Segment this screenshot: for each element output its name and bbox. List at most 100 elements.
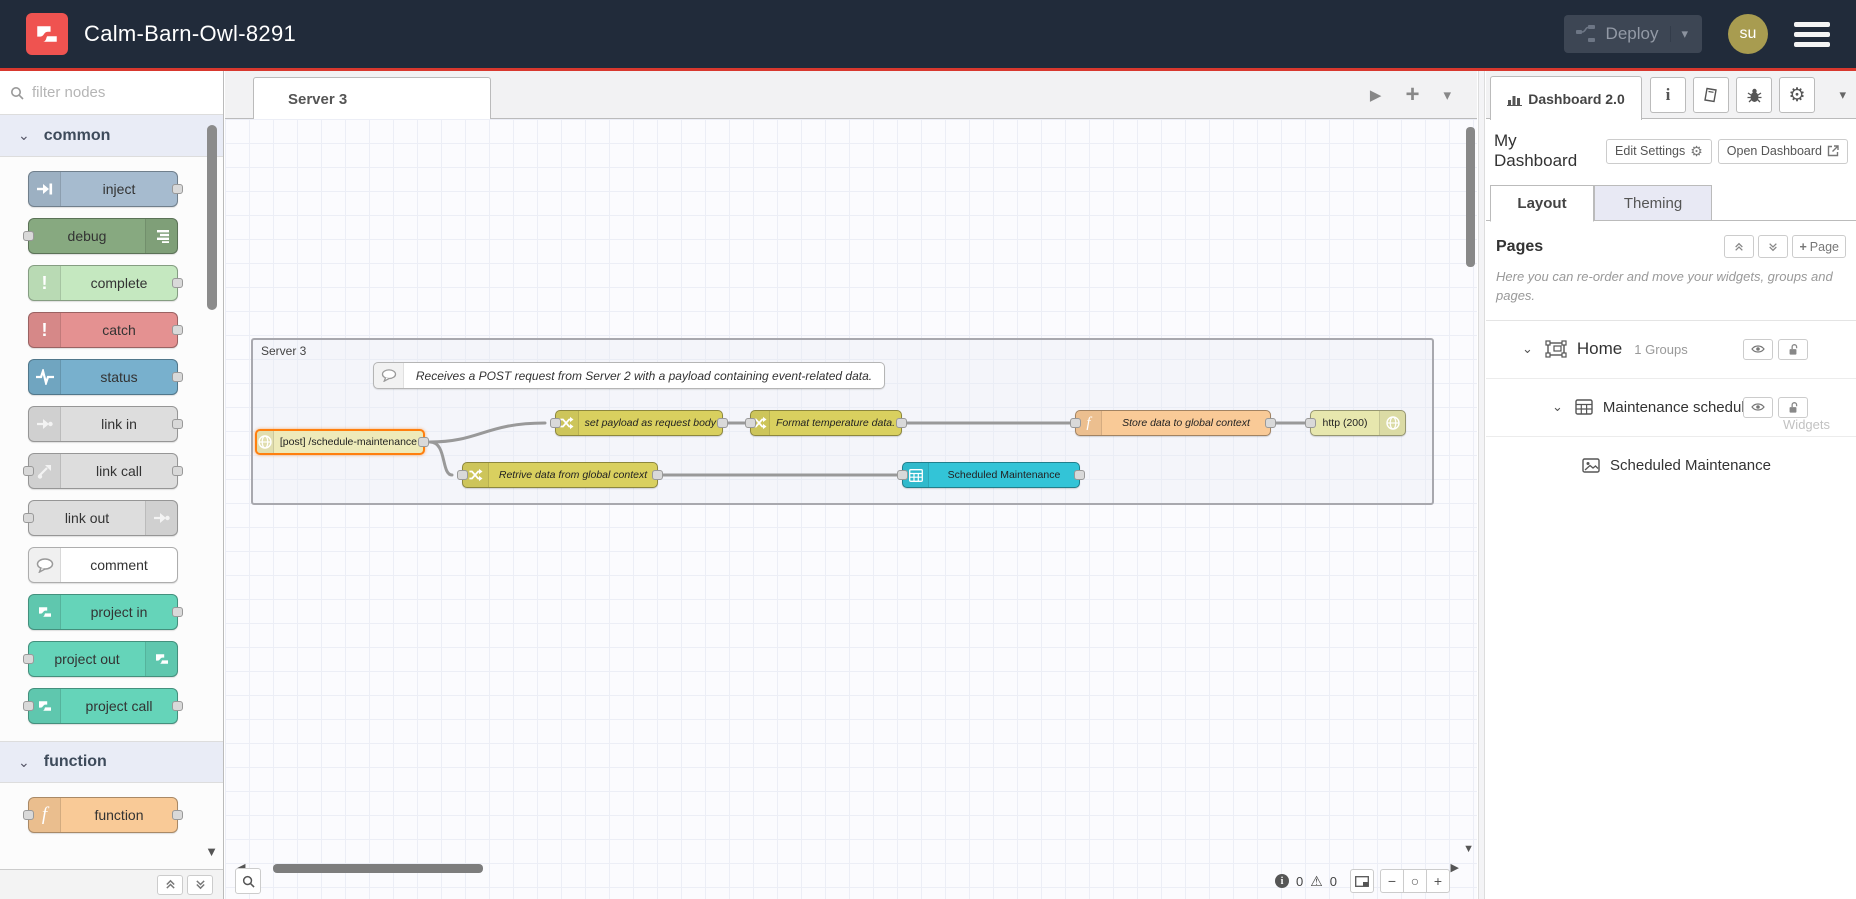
output-port[interactable] (1265, 418, 1276, 428)
lock-toggle-button[interactable] (1778, 338, 1808, 360)
canvas-search-button[interactable] (235, 868, 261, 894)
palette-node-label: inject (102, 181, 136, 197)
input-port[interactable] (745, 418, 756, 428)
add-page-button[interactable]: + Page (1792, 235, 1846, 258)
main-menu-button[interactable] (1794, 21, 1830, 47)
palette-search[interactable] (0, 71, 223, 115)
expand-all-button[interactable] (1758, 235, 1789, 258)
collapse-all-button[interactable] (1724, 235, 1755, 258)
palette-node-label: comment (90, 557, 148, 573)
canvas-horizontal-scrollbar-thumb[interactable] (273, 864, 483, 873)
deploy-button[interactable]: Deploy ▾ (1563, 15, 1702, 53)
palette-scrollbar-thumb[interactable] (207, 125, 217, 310)
palette-node-project-out[interactable]: project out (23, 641, 178, 677)
workspace: Server 3 ▶ + ▾ Server 3 Receives a POST … (225, 71, 1477, 899)
output-port[interactable] (717, 418, 728, 428)
node-http-in[interactable]: [post] /schedule-maintenance (255, 429, 429, 455)
palette-node-label: debug (67, 228, 107, 244)
debug-tab-button[interactable] (1736, 77, 1772, 113)
palette-node-link-call[interactable]: link call (23, 453, 183, 489)
expand-all-categories-button[interactable] (187, 874, 213, 895)
palette-node-link-in[interactable]: link in (28, 406, 183, 442)
palette-node-status[interactable]: status (28, 359, 183, 395)
palette-node-label: link in (101, 416, 137, 432)
output-port (172, 607, 183, 617)
chevron-down-icon: ⌄ (18, 127, 30, 143)
palette-node-project-in[interactable]: project in (28, 594, 183, 630)
palette-node-function[interactable]: f function (23, 797, 183, 833)
output-port[interactable] (1074, 470, 1085, 480)
collapse-all-categories-button[interactable] (157, 874, 183, 895)
deploy-options-caret[interactable]: ▾ (1670, 26, 1698, 42)
input-port[interactable] (550, 418, 561, 428)
palette-node-complete[interactable]: ! complete (28, 265, 183, 301)
comment-node[interactable]: Receives a POST request from Server 2 wi… (373, 362, 885, 389)
canvas-scroll-down-icon[interactable]: ▼ (1463, 843, 1474, 855)
node-ui-table-scheduled-maintenance[interactable]: Scheduled Maintenance (897, 462, 1085, 488)
sidebar-splitter[interactable] (1478, 71, 1485, 899)
add-flow-button[interactable]: + (1405, 81, 1419, 109)
canvas-scroll-right-icon[interactable]: ▶ (1451, 861, 1459, 874)
sidebar-tabs-caret-icon[interactable]: ▾ (1839, 87, 1846, 103)
output-port[interactable] (418, 437, 429, 447)
output-port[interactable] (896, 418, 907, 428)
inject-icon (29, 172, 61, 206)
tree-row-home[interactable]: ⌄ Home 1 Groups (1486, 321, 1856, 379)
deploy-icon (1575, 25, 1595, 42)
gear-icon: ⚙ (1788, 84, 1806, 106)
tab-bar-buttons: ▶ + ▾ (1370, 71, 1451, 119)
palette-scroll-down-icon[interactable]: ▼ (205, 844, 218, 859)
zoom-out-button[interactable]: − (1380, 869, 1404, 893)
tree-item-label: Maintenance schedul... (1602, 398, 1758, 416)
tab-label: Layout (1517, 195, 1567, 212)
node-change-format-temperature[interactable]: Format temperature data. (745, 410, 907, 436)
node-http-response[interactable]: http (200) (1305, 410, 1406, 436)
node-change-retrieve-data[interactable]: Retrive data from global context (457, 462, 663, 488)
sidebar-tab-dashboard[interactable]: Dashboard 2.0 (1490, 76, 1642, 120)
tree-row-scheduled-maintenance-widget[interactable]: Scheduled Maintenance (1486, 437, 1856, 495)
zoom-reset-button[interactable]: ○ (1403, 869, 1427, 893)
palette-node-inject[interactable]: inject (28, 171, 183, 207)
input-port[interactable] (897, 470, 908, 480)
palette-category-common[interactable]: ⌄ common (0, 115, 223, 157)
info-tab-button[interactable]: i (1650, 77, 1686, 113)
palette-filter-input[interactable] (32, 84, 182, 101)
palette-category-function[interactable]: ⌄ function (0, 741, 223, 783)
tree-row-maintenance-group[interactable]: ⌄ Maintenance schedul... Widgets (1486, 379, 1856, 437)
flow-canvas[interactable]: Server 3 Receives a POST request from Se… (225, 119, 1477, 899)
tab-theming[interactable]: Theming (1594, 185, 1712, 221)
input-port[interactable] (457, 470, 468, 480)
help-tab-button[interactable] (1693, 77, 1729, 113)
palette-node-debug[interactable]: debug (23, 218, 178, 254)
chevron-down-icon[interactable]: ⌄ (1552, 399, 1563, 415)
flow-tab-server3[interactable]: Server 3 (253, 77, 491, 120)
user-avatar[interactable]: su (1728, 14, 1768, 54)
visibility-toggle-button[interactable] (1743, 396, 1773, 418)
palette-node-project-call[interactable]: project call (23, 688, 183, 724)
input-port[interactable] (1070, 418, 1081, 428)
zoom-in-button[interactable]: + (1426, 869, 1450, 893)
canvas-vertical-scrollbar-thumb[interactable] (1466, 127, 1475, 267)
zoom-controls: − ○ + (1380, 869, 1450, 893)
scroll-tabs-right-icon[interactable]: ▶ (1370, 86, 1382, 104)
flow-list-caret-icon[interactable]: ▾ (1443, 86, 1451, 104)
navigator-toggle-button[interactable] (1350, 869, 1374, 893)
palette-node-label: catch (102, 322, 136, 338)
edit-settings-button[interactable]: Edit Settings ⚙ (1606, 138, 1712, 164)
config-nodes-tab-button[interactable]: ⚙ (1779, 77, 1815, 113)
visibility-toggle-button[interactable] (1743, 338, 1773, 360)
menu-bar (1794, 21, 1830, 27)
tab-layout[interactable]: Layout (1490, 185, 1594, 222)
palette-node-catch[interactable]: ! catch (28, 312, 183, 348)
output-port[interactable] (652, 470, 663, 480)
chevron-down-icon[interactable]: ⌄ (1522, 341, 1533, 357)
comment-icon (374, 363, 404, 388)
node-function-store-data[interactable]: f Store data to global context (1070, 410, 1276, 436)
palette-node-link-out[interactable]: link out (23, 500, 178, 536)
palette-node-comment[interactable]: comment (28, 547, 178, 583)
open-dashboard-button[interactable]: Open Dashboard (1717, 138, 1848, 164)
node-change-set-payload[interactable]: set payload as request body (550, 410, 728, 436)
lock-toggle-button[interactable] (1778, 396, 1808, 418)
input-port[interactable] (1305, 418, 1316, 428)
header-accent-line (0, 68, 1856, 71)
